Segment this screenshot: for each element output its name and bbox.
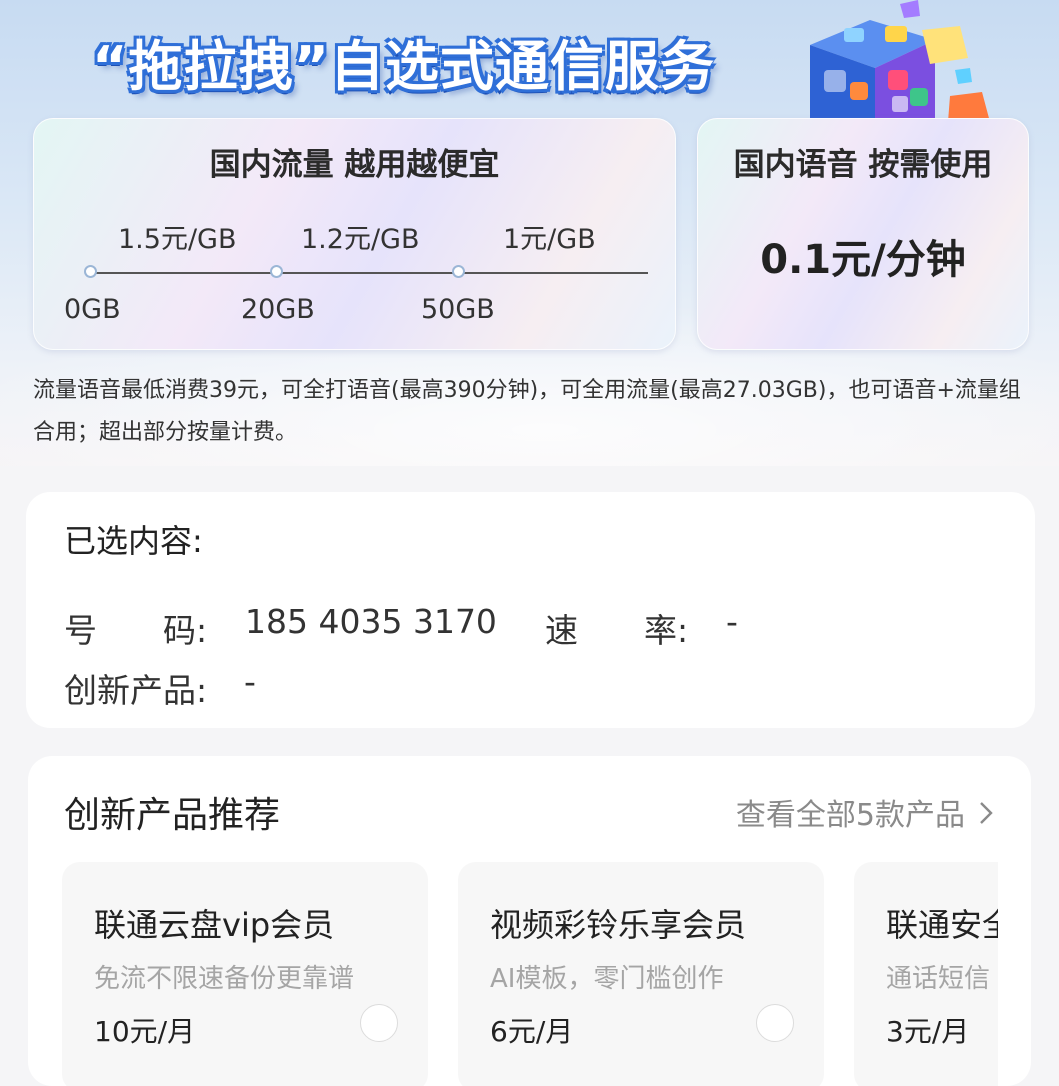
product-price: 3元/月 xyxy=(886,1015,970,1048)
product-desc: AI模板，零门槛创作 xyxy=(490,964,724,994)
tier-scale-line xyxy=(90,272,648,274)
number-label: 号 码: xyxy=(64,611,208,650)
view-all-label: 查看全部5款产品 xyxy=(735,798,965,833)
voice-card-heading: 国内语音 按需使用 xyxy=(733,147,993,183)
product-carousel[interactable]: 联通云盘vip会员 免流不限速备份更靠谱 10元/月 视频彩铃乐享会员 AI模板… xyxy=(62,862,998,1086)
product-card[interactable]: 联通云盘vip会员 免流不限速备份更靠谱 10元/月 xyxy=(62,862,428,1086)
product-desc: 免流不限速备份更靠谱 xyxy=(94,964,355,994)
hero-title: “拖拉拽”自选式通信服务 xyxy=(92,35,715,98)
product-name: 联通云盘vip会员 xyxy=(94,906,335,944)
selected-content-panel: 已选内容: 号 码: 185 4035 3170 速 率: - 创新产品: - xyxy=(26,492,1035,728)
section-title: 创新产品推荐 xyxy=(64,795,281,836)
data-card-heading: 国内流量 越用越便宜 xyxy=(209,147,500,183)
product-recommend-panel: 创新产品推荐 查看全部5款产品 联通云盘vip会员 免流不限速备份更靠谱 10元… xyxy=(28,756,1031,1086)
product-price: 10元/月 xyxy=(94,1015,196,1048)
voice-pricing-card: 国内语音 按需使用 0.1元/分钟 xyxy=(697,118,1029,350)
product-card[interactable]: 联通安全 通话短信 3元/月 xyxy=(854,862,998,1086)
tier-threshold-label: 50GB xyxy=(421,294,495,325)
pricing-note: 流量语音最低消费39元，可全打语音(最高390分钟)，可全用流量(最高27.03… xyxy=(33,378,1021,445)
hero-banner: “拖拉拽”自选式通信服务 国内流量 越用越便宜 1.5元/GB 1.2元/GB … xyxy=(0,0,1059,466)
data-pricing-card: 国内流量 越用越便宜 1.5元/GB 1.2元/GB 1元/GB 0GB 20G… xyxy=(33,118,676,350)
rate-value: - xyxy=(726,602,738,641)
selected-title: 已选内容: xyxy=(64,522,203,560)
number-value: 185 4035 3170 xyxy=(245,602,497,641)
tier-marker xyxy=(270,265,283,278)
product-value: - xyxy=(244,662,256,701)
product-name: 视频彩铃乐享会员 xyxy=(490,906,747,944)
chevron-right-icon xyxy=(979,798,993,833)
product-name: 联通安全 xyxy=(886,906,998,944)
app-cube-icon xyxy=(810,0,990,122)
tier-threshold-label: 0GB xyxy=(64,294,121,325)
product-card[interactable]: 视频彩铃乐享会员 AI模板，零门槛创作 6元/月 xyxy=(458,862,824,1086)
tier-price-label: 1元/GB xyxy=(503,224,596,255)
tier-price-label: 1.5元/GB xyxy=(118,224,237,255)
rate-label: 速 率: xyxy=(545,611,689,650)
voice-price: 0.1元/分钟 xyxy=(760,237,966,283)
tier-marker xyxy=(84,265,97,278)
tier-threshold-label: 20GB xyxy=(241,294,315,325)
view-all-link[interactable]: 查看全部5款产品 xyxy=(736,790,993,834)
tier-marker xyxy=(452,265,465,278)
product-price: 6元/月 xyxy=(490,1015,574,1048)
product-label: 创新产品: xyxy=(64,671,208,710)
product-desc: 通话短信 xyxy=(886,964,991,994)
radio-unchecked-icon[interactable] xyxy=(360,1004,398,1042)
tier-price-label: 1.2元/GB xyxy=(301,224,420,255)
radio-unchecked-icon[interactable] xyxy=(756,1004,794,1042)
